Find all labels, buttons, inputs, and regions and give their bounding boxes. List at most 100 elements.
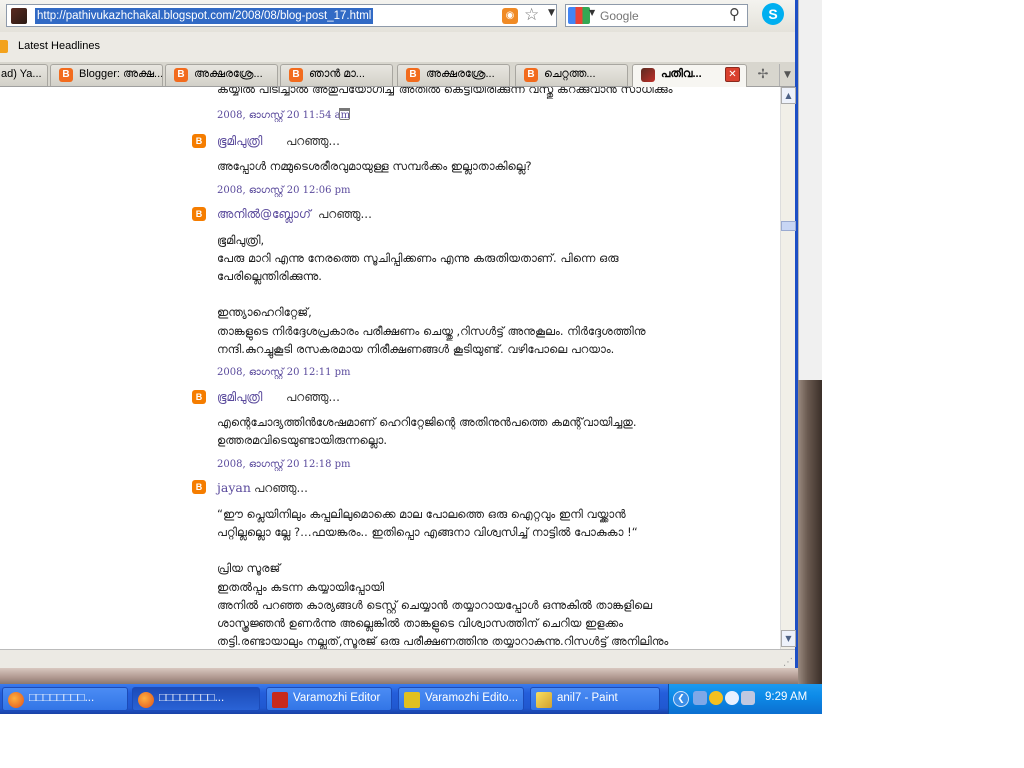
bookmark-star-icon[interactable]: ☆ (524, 5, 539, 25)
comment-said-label: പറഞ്ഞു... (318, 207, 372, 221)
comment-text-line: ഉത്തരമവിടെയുണ്ടായിരുന്നല്ലൊ. (217, 433, 388, 447)
tab-label: ad) Ya... (1, 68, 42, 80)
taskbar-clock[interactable]: 9:29 AM (765, 691, 807, 703)
bookmark-latest-headlines[interactable]: Latest Headlines (18, 40, 100, 52)
security-icon[interactable] (709, 691, 723, 705)
taskbar-item-label: □□□□□□□□... (29, 692, 95, 704)
comment-timestamp[interactable]: 2008, ഓഗസ്റ്റ് 20 12:06 pm (217, 185, 351, 196)
comment-author-link[interactable]: അനിൽ@ബ്ലോഗ് (217, 207, 311, 222)
blogger-icon: B (192, 480, 206, 494)
close-tab-icon[interactable]: ✕ (725, 67, 740, 82)
bookmarks-toolbar: Latest Headlines (0, 36, 795, 58)
taskbar-item-paint[interactable]: anil7 - Paint (530, 687, 660, 711)
tab-label: ചെറ്റത്ത... (544, 68, 596, 80)
page-content: കയ്യിൽ പിടിച്ചാൽ അതുപയോഗിച്ച് അതിൽ കെട്ട… (0, 87, 780, 649)
comment-said-label: പറഞ്ഞു... (254, 481, 308, 495)
comment-author-link[interactable]: ഭൂമിപുത്രി (217, 134, 262, 149)
comment-text-line: ഭൂമിപുത്രി, (217, 233, 265, 247)
search-box[interactable]: ▼ ⚲ (565, 4, 748, 27)
taskbar-item-firefox-1[interactable]: □□□□□□□□... (2, 687, 128, 711)
tab-label: പതിവ... (661, 68, 702, 80)
desktop-wallpaper-strip (0, 668, 798, 684)
scrollbar-thumb[interactable] (781, 221, 796, 231)
varamozhi-icon (404, 692, 420, 708)
comment-text-line: പേരില്ലെന്തിരിക്കുന്നു. (217, 269, 322, 283)
live-bookmark-icon (0, 40, 8, 53)
blogger-icon: B (524, 68, 538, 82)
taskbar-item-firefox-2[interactable]: □□□□□□□□... (132, 687, 260, 711)
tab-label: ഞാൻ മാ... (309, 68, 365, 80)
comment-text-line: പേരു മാറി എന്നു നേരത്തെ സൂചിപ്പിക്കണം എന… (217, 251, 619, 265)
taskbar-item-varamozhi-2[interactable]: Varamozhi Edito... (398, 687, 524, 711)
blogger-icon: B (192, 134, 206, 148)
comment-said-label: പറഞ്ഞു... (286, 390, 340, 404)
comment-text-line: അനിൽ പറഞ്ഞ കാര്യങ്ങൾ ടെസ്റ്റ് ചെയ്യാൻ തയ… (217, 598, 653, 612)
messenger-icon[interactable] (725, 691, 739, 705)
new-tab-icon[interactable]: ✢ (752, 64, 774, 86)
comment-text-line: “ഈ പ്ലെയിനിലും കപ്പലിലുമൊക്കെ മാല പോലത്ത… (217, 507, 626, 521)
blogger-icon: B (59, 68, 73, 82)
blogger-icon: B (289, 68, 303, 82)
site-favicon-icon (641, 68, 655, 82)
tab-yahoo[interactable]: ad) Ya... (0, 64, 48, 86)
search-magnifier-icon[interactable]: ⚲ (729, 5, 740, 23)
comment-timestamp[interactable]: 2008, ഓഗസ്റ്റ് 20 11:54 am (217, 110, 350, 121)
site-favicon-icon (11, 8, 27, 24)
comment-timestamp[interactable]: 2008, ഓഗസ്റ്റ് 20 12:11 pm (217, 367, 351, 378)
firefox-icon (8, 692, 24, 708)
comment-said-label: പറഞ്ഞു... (286, 134, 340, 148)
blogger-icon: B (192, 390, 206, 404)
comment-text-line: ശാസ്ത്രജ്ഞൻ ഉണർന്നു അല്ലെങ്കിൽ താങ്കളുടെ… (217, 616, 624, 630)
tab-list-dropdown-icon[interactable]: ▼ (779, 64, 795, 86)
scroll-down-arrow-icon[interactable]: ▼ (781, 630, 796, 647)
volume-icon[interactable] (741, 691, 755, 705)
search-engine-dropdown-icon[interactable]: ▼ (589, 8, 595, 17)
comment-text-line: തട്ടി.രണ്ടായാലും നല്ലത്,സൂരജ് ഒരു പരീക്ഷ… (217, 634, 669, 648)
comment-text-line: താങ്കളുടെ നിർദ്ദേശപ്രകാരം പരീക്ഷണം ചെയ്ത… (217, 324, 646, 338)
taskbar-item-varamozhi-1[interactable]: Varamozhi Editor (266, 687, 392, 711)
tab-njan-ma[interactable]: B ഞാൻ മാ... (280, 64, 393, 86)
taskbar-item-label: Varamozhi Editor (293, 692, 381, 704)
tray-expand-icon[interactable]: ❮ (673, 691, 689, 707)
blogger-icon: B (174, 68, 188, 82)
tab-aksharashloka-2[interactable]: B അക്ഷരശ്രേ... (397, 64, 510, 86)
navigation-toolbar: http://pathivukazhchakal.blogspot.com/20… (0, 0, 795, 32)
taskbar-item-label: Varamozhi Edito... (425, 692, 519, 704)
comment-text-line: ഇതൽപ്പം കടന്ന കയ്യായിപ്പോയി (217, 580, 385, 594)
comment-text-line: നന്ദി.കുറച്ചുകൂടി രസകരമായ നിരീക്ഷണങ്ങൾ ക… (217, 342, 615, 356)
tab-label: Blogger: അക്ഷ... (79, 68, 163, 80)
tab-blogger[interactable]: B Blogger: അക്ഷ... (50, 64, 163, 86)
system-tray: ❮ 9:29 AM (668, 684, 822, 714)
url-text[interactable]: http://pathivukazhchakal.blogspot.com/20… (35, 8, 374, 24)
vertical-scrollbar[interactable]: ▲ ▼ (780, 87, 796, 649)
url-history-dropdown-icon[interactable]: ▼ (548, 8, 555, 18)
comment-text-line: പറ്റില്ലല്ലൊ ല്ലേ ?…ഫയങ്കരം.. ഇതിപ്പൊ എങ… (217, 525, 638, 539)
google-engine-icon[interactable] (568, 7, 590, 24)
taskbar-item-label: anil7 - Paint (557, 692, 618, 704)
tab-label: അക്ഷരശ്രേ... (426, 68, 495, 80)
comment-text-line: എന്റെചോദ്യത്തിൻശേഷമാണ് ഹെറിറ്റേജിന്റെ അത… (217, 415, 637, 429)
comment-text-line: പ്രിയ സൂരജ് (217, 561, 281, 575)
browser-window: http://pathivukazhchakal.blogspot.com/20… (0, 0, 798, 670)
tab-aksharashloka-1[interactable]: B അക്ഷരശ്രേ... (165, 64, 278, 86)
screen: http://pathivukazhchakal.blogspot.com/20… (0, 0, 1024, 768)
taskbar: □□□□□□□□... □□□□□□□□... Varamozhi Editor… (0, 684, 822, 714)
address-bar[interactable]: http://pathivukazhchakal.blogspot.com/20… (6, 4, 557, 27)
comment-timestamp[interactable]: 2008, ഓഗസ്റ്റ് 20 12:18 pm (217, 459, 351, 470)
skype-icon[interactable]: S (762, 3, 784, 25)
scroll-up-arrow-icon[interactable]: ▲ (781, 87, 796, 104)
tab-label: അക്ഷരശ്രേ... (194, 68, 263, 80)
comment-author-link[interactable]: ഭൂമിപുത്രി (217, 390, 262, 405)
network-icon[interactable] (693, 691, 707, 705)
comment-text-line: കയ്യിൽ പിടിച്ചാൽ അതുപയോഗിച്ച് അതിൽ കെട്ട… (217, 87, 673, 96)
search-input[interactable] (600, 7, 720, 24)
resize-grip-icon[interactable]: ⋰ (783, 657, 793, 668)
paint-icon (536, 692, 552, 708)
comment-text-line: ഇന്ത്യാഹെറിറ്റേജ്, (217, 305, 312, 319)
tab-chettatha[interactable]: B ചെറ്റത്ത... (515, 64, 628, 86)
taskbar-item-label: □□□□□□□□... (159, 692, 225, 704)
delete-comment-icon[interactable] (339, 108, 350, 120)
varamozhi-icon (272, 692, 288, 708)
comment-author-link[interactable]: jayan (217, 480, 251, 495)
rss-feed-icon[interactable]: ◉ (502, 8, 518, 24)
